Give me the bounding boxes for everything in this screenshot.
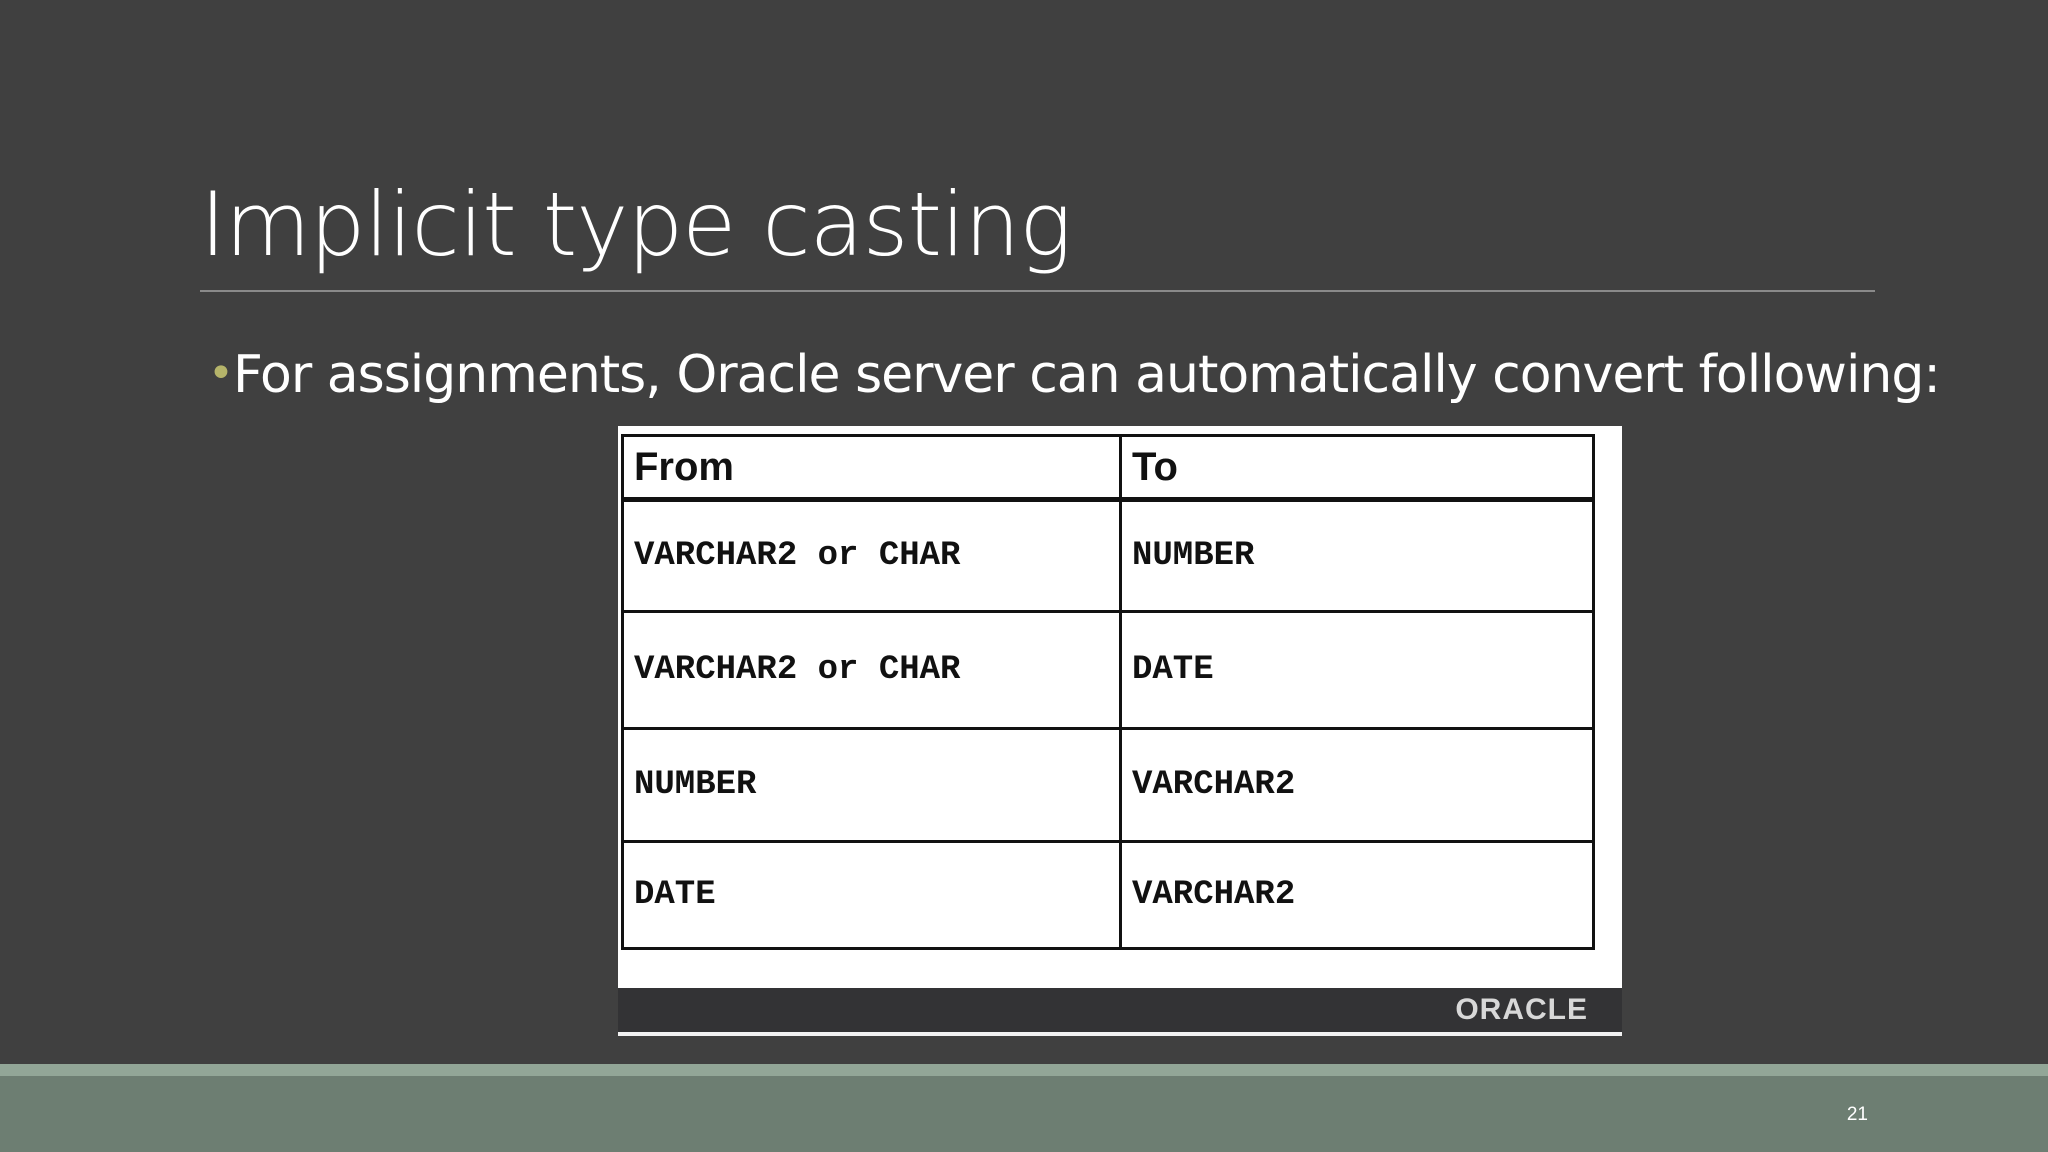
cell-from: VARCHAR2 or CHAR bbox=[621, 498, 1122, 613]
table-row: VARCHAR2 or CHAR DATE bbox=[621, 610, 1595, 730]
oracle-banner: ORACLE bbox=[618, 988, 1622, 1036]
page-number: 21 bbox=[1846, 1104, 1868, 1125]
slide-title: Implicit type casting bbox=[200, 173, 1072, 276]
slide-footer: 21 bbox=[0, 1076, 2048, 1152]
cell-to: VARCHAR2 bbox=[1119, 840, 1595, 950]
table-row: DATE VARCHAR2 bbox=[621, 840, 1595, 950]
title-divider bbox=[200, 290, 1875, 292]
table-header-row: From To bbox=[621, 434, 1595, 502]
bullet-point: •For assignments, Oracle server can auto… bbox=[208, 340, 1941, 413]
header-to: To bbox=[1119, 434, 1595, 502]
table-row: NUMBER VARCHAR2 bbox=[621, 727, 1595, 843]
header-from: From bbox=[621, 434, 1122, 502]
cell-from: VARCHAR2 or CHAR bbox=[621, 610, 1122, 730]
cell-from: NUMBER bbox=[621, 727, 1122, 843]
cell-to: NUMBER bbox=[1119, 498, 1595, 613]
slide: Implicit type casting •For assignments, … bbox=[0, 0, 2048, 1152]
conversion-table-image: From To VARCHAR2 or CHAR NUMBER VARCHAR2… bbox=[618, 426, 1622, 1036]
cell-from: DATE bbox=[621, 840, 1122, 950]
conversion-table: From To VARCHAR2 or CHAR NUMBER VARCHAR2… bbox=[621, 434, 1595, 950]
footer-stripe bbox=[0, 1064, 2048, 1076]
table-row: VARCHAR2 or CHAR NUMBER bbox=[621, 498, 1595, 613]
oracle-logo: ORACLE bbox=[1455, 993, 1588, 1026]
bullet-text: For assignments, Oracle server can autom… bbox=[232, 345, 1941, 405]
cell-to: VARCHAR2 bbox=[1119, 727, 1595, 843]
cell-to: DATE bbox=[1119, 610, 1595, 730]
bullet-icon: • bbox=[208, 348, 234, 399]
